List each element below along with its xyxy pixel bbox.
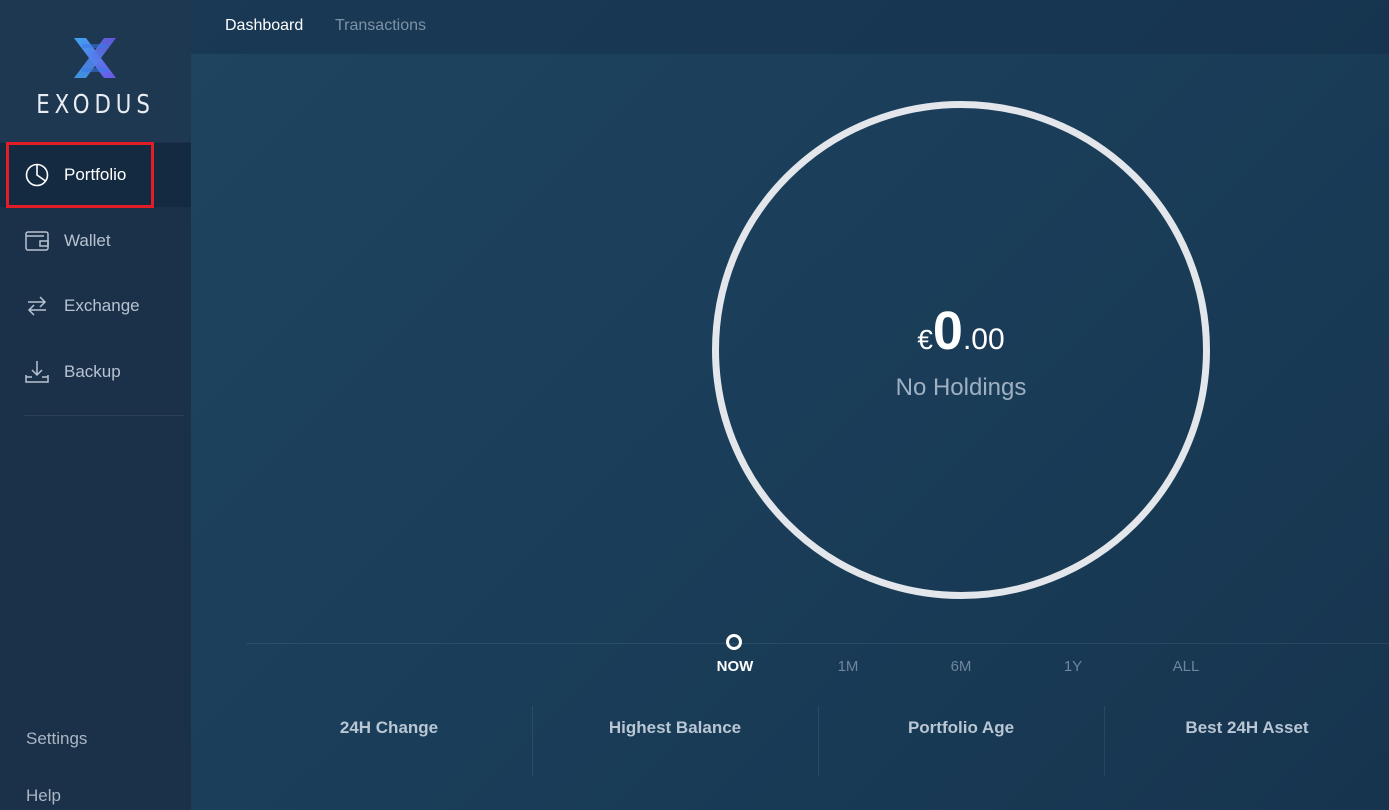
stats-row: 24H Change Highest Balance Portfolio Age… bbox=[246, 706, 1389, 776]
currency-symbol: € bbox=[917, 324, 933, 355]
main-panel: Dashboard Transactions €0.00 No Holdings… bbox=[191, 0, 1389, 810]
timeline-track bbox=[246, 643, 1389, 644]
portfolio-balance: €0.00 bbox=[712, 300, 1210, 362]
range-6m[interactable]: 6M bbox=[931, 658, 991, 675]
exodus-app: EXODUS Portfolio Wallet Exchange Backup … bbox=[0, 0, 1389, 810]
tab-dashboard[interactable]: Dashboard bbox=[225, 17, 303, 35]
top-tab-bar: Dashboard Transactions bbox=[191, 0, 1389, 54]
sidebar-item-label: Backup bbox=[64, 362, 121, 381]
stat-24h-change: 24H Change bbox=[339, 718, 439, 737]
range-all[interactable]: ALL bbox=[1156, 658, 1216, 675]
sidebar-item-label: Exchange bbox=[64, 296, 140, 315]
holdings-status: No Holdings bbox=[895, 374, 1027, 401]
sidebar-item-portfolio[interactable]: Portfolio bbox=[0, 143, 191, 207]
balance-decimal: .00 bbox=[962, 323, 1005, 356]
sidebar-item-wallet[interactable]: Wallet bbox=[0, 209, 191, 273]
range-1y[interactable]: 1Y bbox=[1043, 658, 1103, 675]
sidebar-item-exchange[interactable]: Exchange bbox=[0, 274, 191, 338]
settings-link[interactable]: Settings bbox=[26, 729, 87, 749]
wallet-icon bbox=[25, 231, 49, 251]
logo-area: EXODUS bbox=[0, 0, 191, 142]
stat-portfolio-age: Portfolio Age bbox=[907, 718, 1015, 737]
timeline-marker[interactable] bbox=[726, 634, 742, 650]
download-tray-icon bbox=[25, 361, 49, 383]
brand-name: EXODUS bbox=[36, 90, 155, 120]
exodus-logo-icon bbox=[74, 38, 116, 78]
balance-integer: 0 bbox=[932, 301, 963, 361]
stat-best-24h-asset: Best 24H Asset bbox=[1185, 718, 1309, 737]
exchange-arrows-icon bbox=[27, 296, 47, 316]
range-1m[interactable]: 1M bbox=[818, 658, 878, 675]
sidebar-item-backup[interactable]: Backup bbox=[0, 340, 191, 404]
sidebar-item-label: Wallet bbox=[64, 231, 111, 250]
tab-transactions[interactable]: Transactions bbox=[335, 17, 426, 35]
pie-chart-icon bbox=[25, 163, 49, 187]
sidebar-item-label: Portfolio bbox=[64, 165, 127, 184]
range-now[interactable]: NOW bbox=[705, 658, 765, 675]
stat-highest-balance: Highest Balance bbox=[608, 718, 742, 737]
help-link[interactable]: Help bbox=[26, 786, 61, 806]
sidebar: EXODUS Portfolio Wallet Exchange Backup … bbox=[0, 0, 191, 810]
sidebar-divider bbox=[24, 415, 184, 416]
